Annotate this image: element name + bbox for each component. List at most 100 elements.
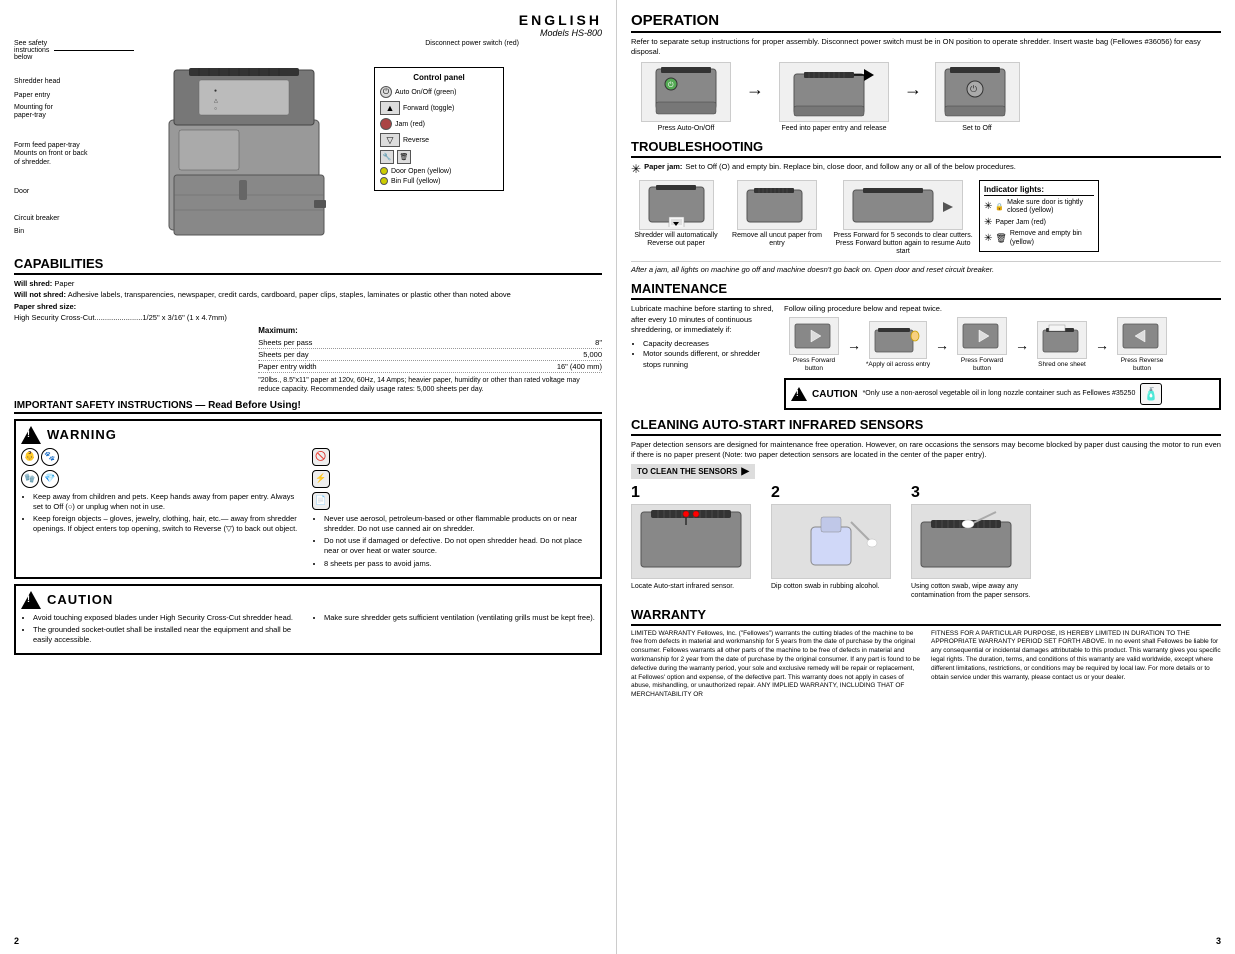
indicator-lights-box: Indicator lights: ✳ 🔒 Make sure door is … (979, 180, 1099, 253)
ctrl-jam: Jam (red) (380, 118, 498, 130)
ctrl-forward: ▲ Forward (toggle) (380, 101, 498, 115)
op-step-1-label: Press Auto-On/Off (658, 125, 715, 132)
trouble-step-3: Press Forward for 5 seconds to clear cut… (833, 180, 973, 257)
models-label: Models HS-800 (14, 28, 602, 38)
warranty-col-2: FITNESS FOR A PARTICULAR PURPOSE, IS HER… (931, 630, 1221, 700)
warning-item-2: Keep foreign objects – gloves, jewelry, … (33, 514, 304, 534)
clean-img-1 (631, 504, 751, 579)
svg-text:○: ○ (214, 106, 217, 112)
maint-img-2 (869, 321, 927, 359)
warning-icon-5: 🚫 (312, 448, 330, 466)
label-door: Door (14, 188, 29, 195)
safety-title: IMPORTANT SAFETY INSTRUCTIONS — Read Bef… (14, 400, 602, 414)
page-num-right: 3 (1216, 936, 1221, 946)
clean-img-2 (771, 504, 891, 579)
warning-box: ! WARNING 👶 🐾 🧤 💎 (14, 419, 602, 579)
trouble-step-2: Remove all uncut paper from entry (727, 180, 827, 249)
label-circuit: Circuit breaker (14, 215, 60, 222)
page-num-left: 2 (14, 936, 19, 946)
maint-img-5 (1117, 317, 1167, 355)
operation-steps: ⏻ Press Auto-On/Off → (631, 62, 1221, 132)
caution-col-left: Avoid touching exposed blades under High… (21, 613, 304, 648)
maint-img-1 (789, 317, 839, 355)
maint-arrow-2: → (935, 337, 949, 353)
label-see-safety: See safety instructions below (14, 40, 134, 61)
warning-item-4: Do not use if damaged or defective. Do n… (324, 536, 595, 556)
maint-arrow-1: → (847, 337, 861, 353)
disconnect-label: Disconnect power switch (red) (374, 40, 519, 47)
maint-text-col: Lubricate machine before starting to shr… (631, 304, 776, 370)
maint-svg-4 (1041, 324, 1083, 356)
capabilities-section: CAPABILITIES Will shred: Paper Will not … (14, 256, 602, 394)
after-jam-note: After a jam, all lights on machine go of… (631, 261, 1221, 275)
warning-triangle-icon: ! (21, 426, 41, 444)
label-mounting: Mounting forpaper-tray (14, 104, 53, 121)
will-not-shred-row: Will not shred: Adhesive labels, transpa… (14, 290, 602, 300)
caution-col-right: Make sure shredder gets sufficient venti… (312, 613, 595, 648)
operation-section: OPERATION Refer to separate setup instru… (631, 12, 1221, 132)
clean-step-3: 3 (911, 484, 1041, 600)
caution-box: ! CAUTION Avoid touching exposed blades … (14, 584, 602, 655)
maint-step-2: *Apply oil across entry (864, 321, 932, 369)
oil-bottle-icon: 🧴 (1140, 383, 1162, 405)
trouble-img-2 (737, 180, 817, 230)
warning-item-5: 8 sheets per pass to avoid jams. (324, 559, 595, 569)
maint-step-1-label: Press Forward button (784, 357, 844, 373)
warning-content: 👶 🐾 🧤 💎 Keep away from children and pets… (21, 448, 595, 572)
maint-step-4-label: Shred one sheet (1038, 361, 1086, 369)
warning-icon-4: 💎 (41, 470, 59, 488)
clean-svg-3 (916, 507, 1026, 575)
will-shred-row: Will shred: Paper (14, 279, 602, 288)
op-shredder-svg-2 (784, 64, 884, 119)
clean-step-1-num: 1 (631, 484, 761, 502)
maint-svg-3 (961, 320, 1003, 352)
label-paper-entry: Paper entry (14, 92, 50, 99)
operation-desc: Refer to separate setup instructions for… (631, 37, 1221, 57)
maint-bullet-1: Capacity decreases (643, 339, 776, 350)
clean-step-1-label: Locate Auto-start infrared sensor. (631, 582, 761, 591)
maint-arrow-3: → (1015, 337, 1029, 353)
sheets-per-day-row: Sheets per day 5,000 (258, 349, 602, 361)
maint-procedure-text: Follow oiling procedure below and repeat… (784, 304, 1221, 313)
control-panel-label: Control panel (380, 73, 498, 82)
warranty-section: WARRANTY LIMITED WARRANTY Fellowes, Inc.… (631, 607, 1221, 700)
op-step-1: ⏻ Press Auto-On/Off (631, 62, 741, 132)
maint-svg-5 (1121, 320, 1163, 352)
ctrl-door-open: Door Open (yellow) (380, 167, 498, 175)
warning-header: ! WARNING (21, 426, 595, 444)
warning-icon-2: 🐾 (41, 448, 59, 466)
caution-item-3: Make sure shredder gets sufficient venti… (324, 613, 595, 623)
svg-text:⏻: ⏻ (970, 84, 977, 94)
maintenance-title: MAINTENANCE (631, 281, 1221, 300)
op-step-3-label: Set to Off (962, 125, 991, 132)
clean-step-2-label: Dip cotton swab in rubbing alcohol. (771, 582, 901, 591)
trouble-svg-2 (742, 182, 812, 227)
svg-text:△: △ (214, 98, 218, 104)
cap-note: "20lbs., 8.5"x11" paper at 120v, 60Hz, 1… (258, 376, 602, 394)
op-arrow-2: → (904, 79, 922, 100)
indicator-title: Indicator lights: (984, 185, 1094, 196)
trouble-img-1 (639, 180, 714, 230)
caution-content: Avoid touching exposed blades under High… (21, 613, 595, 648)
warning-icon-6: ⚡ (312, 470, 330, 488)
op-arrow-1: → (746, 79, 764, 100)
trouble-svg-3 (848, 182, 958, 227)
clean-svg-1 (636, 507, 746, 575)
maint-img-3 (957, 317, 1007, 355)
warranty-cols: LIMITED WARRANTY Fellowes, Inc. ("Fellow… (631, 630, 1221, 700)
ctrl-auto: ⏻ Auto On/Off (green) (380, 86, 498, 98)
op-shredder-svg-1: ⏻ (646, 64, 726, 119)
maint-caution-box: ! CAUTION *Only use a non-aerosol vegeta… (784, 378, 1221, 410)
trouble-svg-1 (644, 182, 709, 227)
maint-step-2-label: *Apply oil across entry (866, 361, 930, 369)
paper-shred-size-row: Paper shred size: (14, 302, 602, 311)
maint-steps-row: Press Forward button → (784, 317, 1221, 373)
maint-svg-2 (873, 324, 923, 356)
trouble-img-3 (843, 180, 963, 230)
maint-step-4: Shred one sheet (1032, 321, 1092, 369)
ctrl-reverse: ▽ Reverse (380, 133, 498, 147)
clean-img-3 (911, 504, 1031, 579)
trouble-steps-row: Shredder will automatically Reverse out … (631, 180, 1221, 257)
troubleshooting-title: TROUBLESHOOTING (631, 139, 1221, 158)
trouble-step-3-label: Press Forward for 5 seconds to clear cut… (833, 232, 973, 257)
